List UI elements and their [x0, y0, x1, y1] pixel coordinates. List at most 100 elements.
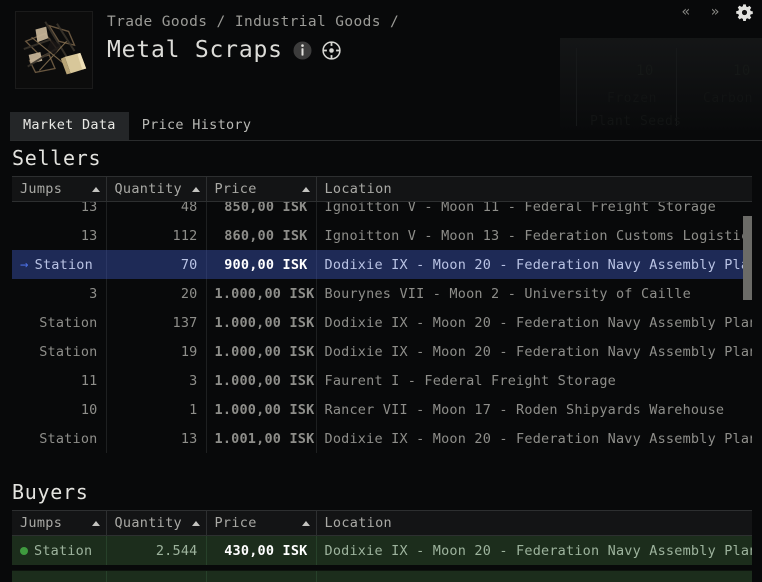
jumps-value: Station	[39, 430, 98, 447]
table-row[interactable]: Station 2.544 430,00 ISK Dodixie IX - Moon …	[12, 536, 752, 565]
cell-quantity: 48	[106, 202, 207, 221]
sellers-col-jumps-label: Jumps	[20, 181, 63, 197]
sort-ascending-icon	[191, 186, 200, 192]
table-row[interactable]: Station 13 1.001,00 ISK Dodixie IX - Moon 2…	[12, 424, 752, 453]
sort-ascending-icon	[191, 520, 200, 526]
cell-quantity: 3	[106, 366, 207, 395]
sellers-section-title: Sellers	[12, 146, 102, 170]
cell-price: 1.000,00 ISK	[206, 308, 317, 337]
cell-quantity: 19	[106, 337, 207, 366]
current-location-arrow-icon: →	[20, 256, 29, 273]
sort-ascending-icon	[91, 520, 100, 526]
cell-location: Dodixie IX - Moon 20 - Federation Navy A…	[324, 430, 753, 447]
table-row[interactable]: 11 3 1.000,00 ISK Faurent I - Federal Freig…	[12, 366, 752, 395]
cell-quantity: 70	[106, 250, 207, 279]
table-row[interactable]: 10 1 1.000,00 ISK Rancer VII - Moon 17 - Ro…	[12, 395, 752, 424]
cell-quantity: 112	[106, 221, 207, 250]
cell-quantity: 1	[106, 395, 207, 424]
sellers-header-table: Jumps Quantity Price Location	[12, 176, 752, 202]
window-controls: « »	[676, 2, 754, 22]
cell-location: Rancer VII - Moon 17 - Roden Shipyards W…	[324, 401, 725, 418]
table-row[interactable]: → Station 70 900,00 ISK Dodixie IX - Moon 20…	[12, 250, 752, 279]
cell-price: 1.000,00 ISK	[206, 337, 317, 366]
window-header: Trade Goods / Industrial Goods / Metal S…	[0, 0, 762, 112]
buyers-header-row: Jumps Quantity Price Location	[12, 510, 752, 536]
sort-ascending-icon	[301, 520, 310, 526]
sellers-col-location[interactable]: Location	[316, 176, 752, 202]
cell-jumps: Station	[12, 424, 107, 453]
cell-location: Faurent I - Federal Freight Storage	[324, 372, 616, 389]
collapse-left-icon[interactable]: «	[676, 2, 696, 22]
collapse-right-icon[interactable]: »	[705, 2, 725, 22]
breadcrumb[interactable]: Trade Goods / Industrial Goods /	[107, 12, 752, 32]
sellers-table: 13 48 850,00 ISK Ignoitton V - Moon 11 - Fe…	[12, 202, 752, 453]
sellers-col-jumps[interactable]: Jumps	[12, 176, 107, 202]
table-row[interactable]: Station 19 1.000,00 ISK Dodixie IX - Moon 2…	[12, 337, 752, 366]
table-row[interactable]: Station 137 1.000,00 ISK Dodixie IX - Moon …	[12, 308, 752, 337]
jumps-value: 11	[80, 372, 98, 389]
cell-quantity: 2.544	[106, 536, 207, 565]
jumps-cell-inner: Station	[20, 539, 98, 562]
cell-price: 850,00 ISK	[206, 202, 317, 221]
cell-location: Dodixie IX - Moon 20 - Federation Navy A…	[316, 536, 752, 565]
sellers-col-price[interactable]: Price	[206, 176, 317, 202]
cell-jumps: Station	[12, 536, 107, 565]
tab-market-data[interactable]: Market Data	[10, 112, 129, 140]
info-icon[interactable]	[293, 41, 312, 60]
table-row[interactable]: 3 20 1.000,00 ISK Bourynes VII - Moon 2 - U…	[12, 279, 752, 308]
buyers-block: Buyers Jumps Quantity Price Location Sta…	[0, 475, 762, 570]
buyers-col-location[interactable]: Location	[316, 510, 752, 536]
station-status-dot-icon	[20, 546, 28, 555]
show-info-target-icon[interactable]	[322, 40, 341, 60]
buyers-col-price[interactable]: Price	[206, 510, 317, 536]
cell-jumps: 3	[12, 279, 107, 308]
cell-location: Bourynes VII - Moon 2 - University of Ca…	[324, 285, 691, 302]
cell-jumps: Station	[12, 337, 107, 366]
buyers-next-row-partial[interactable]	[12, 570, 752, 582]
sellers-scrollbar[interactable]	[743, 202, 752, 465]
cell-price: 1.001,00 ISK	[206, 424, 317, 453]
cell-jumps: 11	[12, 366, 107, 395]
cell-jumps: → Station	[12, 250, 107, 279]
table-row[interactable]: 13 48 850,00 ISK Ignoitton V - Moon 11 - Fe…	[12, 202, 752, 221]
cell-location: Ignoitton V - Moon 13 - Federation Custo…	[324, 227, 753, 244]
sellers-table-wrap: Jumps Quantity Price Location 13 48 850,…	[12, 176, 752, 465]
buyers-table-wrap: Jumps Quantity Price Location Station 2.…	[12, 510, 752, 570]
sort-ascending-icon	[301, 186, 310, 192]
buyers-table: Station 2.544 430,00 ISK Dodixie IX - Moon …	[12, 536, 752, 565]
buyers-col-jumps[interactable]: Jumps	[12, 510, 107, 536]
jumps-value: 3	[89, 285, 98, 302]
cell-price: 430,00 ISK	[206, 536, 317, 565]
market-window: 10 10 Frozen Carbon Plant Seeds Trade Go…	[0, 0, 762, 582]
table-row[interactable]: 13 112 860,00 ISK Ignoitton V - Moon 13 - F…	[12, 221, 752, 250]
gear-icon[interactable]	[734, 2, 754, 22]
cell-quantity: 137	[106, 308, 207, 337]
buyers-header-table: Jumps Quantity Price Location	[12, 510, 752, 536]
buyers-col-quantity-label: Quantity	[114, 515, 182, 531]
sellers-scrollbar-thumb[interactable]	[743, 216, 752, 300]
cell-jumps: 10	[12, 395, 107, 424]
metal-scraps-item-icon	[15, 11, 93, 89]
sellers-col-quantity[interactable]: Quantity	[106, 176, 207, 202]
jumps-value: 13	[80, 202, 98, 215]
buyers-rows-viewport: Station 2.544 430,00 ISK Dodixie IX - Moon …	[12, 536, 752, 570]
buyers-col-jumps-label: Jumps	[20, 515, 63, 531]
buyers-col-price-label: Price	[214, 515, 257, 531]
cell-price: 1.000,00 ISK	[206, 395, 317, 424]
cell-location: Dodixie IX - Moon 20 - Federation Navy A…	[324, 343, 753, 360]
buyers-col-quantity[interactable]: Quantity	[106, 510, 207, 536]
tab-price-history[interactable]: Price History	[129, 112, 265, 140]
cell-quantity: 20	[106, 279, 207, 308]
cell-jumps: Station	[12, 308, 107, 337]
tab-bar: Market Data Price History	[10, 112, 762, 141]
sellers-header-row: Jumps Quantity Price Location	[12, 176, 752, 202]
jumps-value: 10	[80, 401, 98, 418]
jumps-value: Station	[39, 343, 98, 360]
item-title-block: Trade Goods / Industrial Goods / Metal S…	[107, 8, 752, 64]
buyers-col-location-label: Location	[324, 515, 392, 531]
jumps-value: Station	[39, 314, 98, 331]
sellers-col-quantity-label: Quantity	[114, 181, 182, 197]
page-title: Metal Scraps	[107, 37, 283, 63]
buyers-section-title: Buyers	[12, 480, 89, 504]
sellers-rows-viewport: 13 48 850,00 ISK Ignoitton V - Moon 11 - Fe…	[12, 202, 752, 465]
